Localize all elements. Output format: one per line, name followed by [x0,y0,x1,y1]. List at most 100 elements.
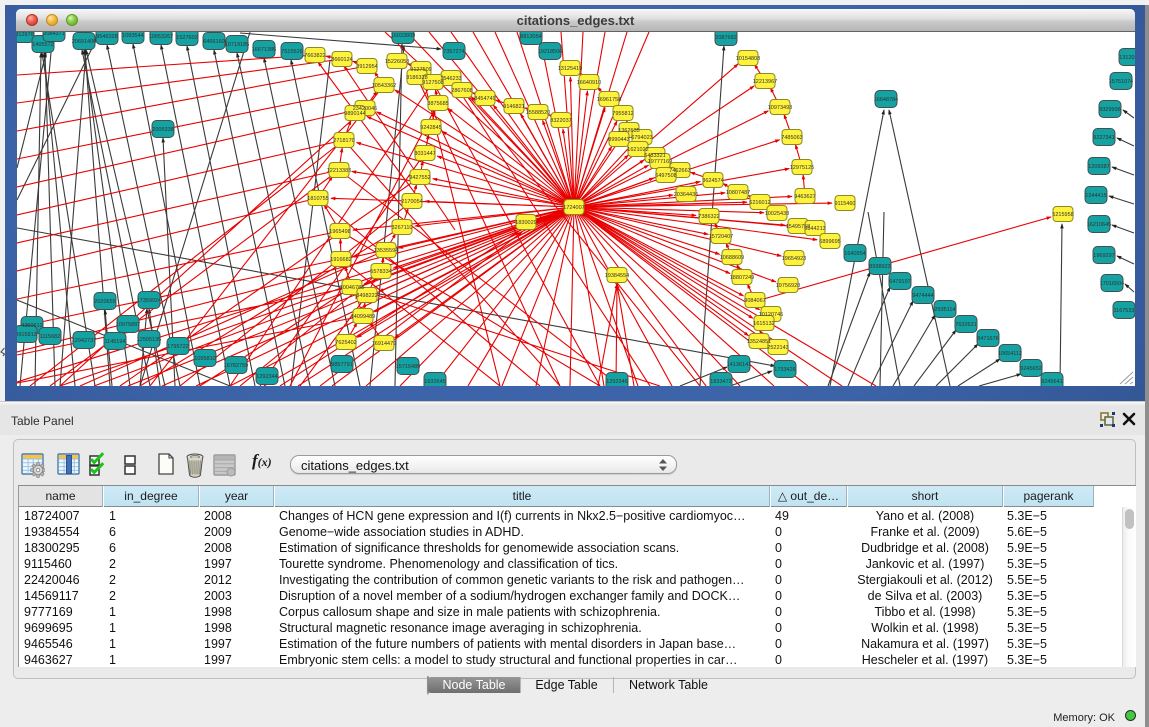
svg-text:16671385: 16671385 [252,47,276,53]
svg-text:1969297: 1969297 [1093,253,1114,259]
svg-text:17359924: 17359924 [137,298,161,304]
svg-text:18807249: 18807249 [730,275,754,281]
svg-text:10973493: 10973493 [768,105,792,111]
svg-text:12213967: 12213967 [753,79,777,85]
svg-text:12942737: 12942737 [72,338,96,344]
svg-text:12975125: 12975125 [790,165,814,171]
svg-text:2170054: 2170054 [401,199,422,205]
svg-text:1640954: 1640954 [844,251,865,257]
svg-text:10688609: 10688609 [720,255,744,261]
svg-text:9227341: 9227341 [1093,135,1114,141]
svg-text:7955812: 7955812 [612,111,633,117]
svg-text:6216012: 6216012 [749,200,770,206]
svg-text:1312042: 1312042 [1119,55,1135,61]
svg-text:2087682: 2087682 [715,35,736,41]
svg-text:2084371: 2084371 [43,32,64,37]
svg-text:9245652: 9245652 [1020,366,1041,372]
svg-text:10719185: 10719185 [225,42,249,48]
svg-text:10025438: 10025438 [765,211,789,217]
svg-text:10807487: 10807487 [726,190,750,196]
svg-text:9115460: 9115460 [834,201,855,207]
svg-text:8938923: 8938923 [869,264,890,270]
svg-text:1833472: 1833472 [710,379,731,385]
svg-text:3875685: 3875685 [427,101,448,107]
svg-text:2005338: 2005338 [152,127,173,133]
svg-text:7632621: 7632621 [955,322,976,328]
svg-text:8660124: 8660124 [331,57,352,63]
svg-text:13535594: 13535594 [374,248,398,254]
svg-text:1145194: 1145194 [104,339,125,345]
svg-text:14136141: 14136141 [727,362,751,368]
svg-text:6844213: 6844213 [804,226,825,232]
svg-text:10120746: 10120746 [759,312,783,318]
svg-text:7485063: 7485063 [781,135,802,141]
svg-text:6479197: 6479197 [889,279,910,285]
svg-text:13125419: 13125419 [558,66,582,72]
svg-text:8031447: 8031447 [414,151,435,157]
svg-text:3624574: 3624574 [702,178,723,184]
svg-text:12505135: 12505135 [137,337,161,343]
svg-text:6466160: 6466160 [203,39,224,45]
svg-text:1724007: 1724007 [563,205,584,211]
svg-text:2935114: 2935114 [934,307,955,313]
svg-text:19384554: 19384554 [605,273,629,279]
svg-text:16640910: 16640910 [577,80,601,86]
svg-text:4350612: 4350612 [21,323,42,329]
svg-text:19654923: 19654923 [782,256,806,262]
svg-text:1615132: 1615132 [753,321,774,327]
svg-text:20691406: 20691406 [72,39,96,45]
svg-text:16648784: 16648784 [874,97,898,103]
svg-text:19777169: 19777169 [648,159,672,165]
svg-text:15226058: 15226058 [385,59,409,65]
svg-text:9245641: 9245641 [1041,379,1062,385]
svg-text:9329996: 9329996 [1099,107,1120,113]
svg-text:1093544: 1093544 [122,33,143,39]
svg-text:7663822: 7663822 [304,53,325,59]
svg-text:2867608: 2867608 [451,88,472,94]
svg-text:8322037: 8322037 [550,118,571,124]
svg-text:1733426: 1733426 [774,367,795,373]
svg-text:7625402: 7625402 [335,340,356,346]
svg-text:15716485: 15716485 [396,364,420,370]
svg-text:1795722: 1795722 [167,344,188,350]
svg-text:9127509: 9127509 [410,67,431,73]
svg-text:1965498: 1965498 [329,229,350,235]
svg-text:9546328: 9546328 [96,34,117,40]
svg-text:1916682: 1916682 [330,257,351,263]
svg-text:1810755: 1810755 [307,196,328,202]
svg-text:8454749: 8454749 [474,96,495,102]
svg-text:19218506: 19218506 [538,49,562,55]
svg-text:15588520: 15588520 [526,110,550,116]
svg-text:3498222: 3498222 [356,293,377,299]
svg-text:1362635: 1362635 [618,128,639,134]
svg-text:1209387: 1209387 [1088,164,1109,170]
svg-text:9146821: 9146821 [503,104,524,110]
svg-text:8990443: 8990443 [608,137,629,143]
svg-text:3915913: 3915913 [17,332,37,338]
svg-text:9463627: 9463627 [794,194,815,200]
svg-text:16033809: 16033809 [391,33,415,39]
svg-text:15720407: 15720407 [709,234,733,240]
svg-text:6794023: 6794023 [631,135,652,141]
svg-text:9857791: 9857791 [331,362,352,368]
svg-text:1095810: 1095810 [194,356,215,362]
svg-text:1812976: 1812976 [17,32,34,38]
svg-text:10654112: 10654112 [998,351,1022,357]
svg-text:2020655: 2020655 [94,299,115,305]
svg-text:16210645: 16210645 [1087,222,1111,228]
svg-text:2718170: 2718170 [333,138,354,144]
svg-text:10543362: 10543362 [372,83,396,89]
svg-text:16914479: 16914479 [372,341,396,347]
svg-text:7386322: 7386322 [698,214,719,220]
svg-text:1292344: 1292344 [256,374,277,380]
svg-text:9127508: 9127508 [422,80,443,86]
svg-text:17016504: 17016504 [1100,281,1124,287]
svg-text:9084067: 9084067 [744,298,765,304]
svg-text:6899695: 6899695 [819,239,840,245]
svg-text:1244415: 1244415 [1085,193,1106,199]
svg-text:16782759: 16782759 [224,363,248,369]
svg-text:9427552: 9427552 [409,175,430,181]
svg-text:3912954: 3912954 [356,64,377,70]
svg-text:5578334: 5578334 [370,269,391,275]
svg-text:9474444: 9474444 [912,293,933,299]
